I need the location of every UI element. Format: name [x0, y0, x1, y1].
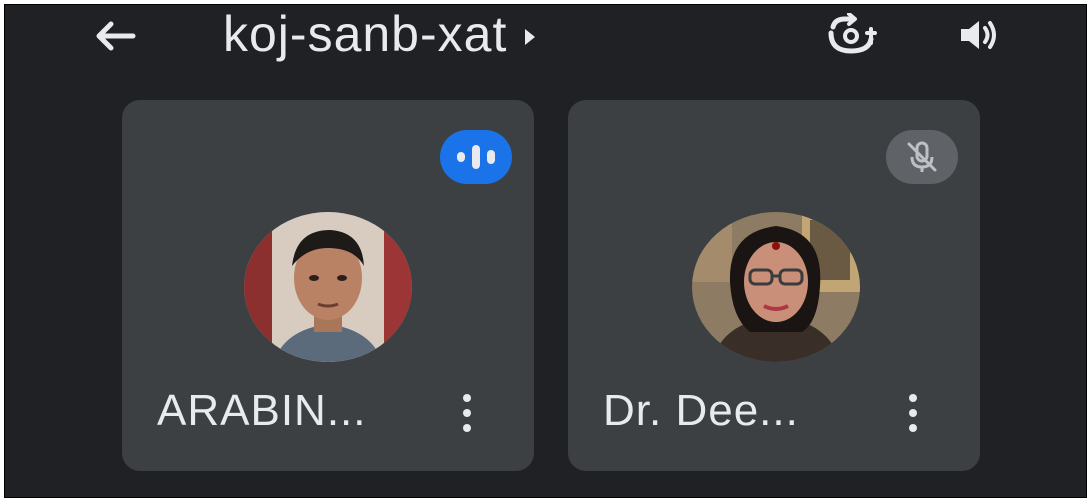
speaker-icon: [961, 21, 996, 49]
participant-tile[interactable]: ARABIN...: [122, 100, 534, 471]
avatar: [692, 212, 860, 362]
audio-levels-icon: [457, 145, 495, 169]
back-button[interactable]: [87, 11, 143, 61]
arrow-left-icon: [96, 21, 136, 51]
speaker-button[interactable]: [943, 9, 1015, 61]
more-vert-icon: [463, 394, 471, 402]
mic-off-icon: [907, 141, 937, 172]
chevron-right-icon: [525, 29, 536, 45]
muted-indicator: [886, 130, 958, 184]
switch-camera-button[interactable]: [817, 9, 889, 61]
participant-name: Dr. Dee...: [603, 386, 799, 435]
more-vert-icon: [909, 394, 917, 402]
more-options-button[interactable]: [444, 382, 490, 444]
switch-camera-icon: [828, 13, 877, 54]
avatar: [244, 212, 412, 362]
meeting-screen: koj-sanb-xat ARABIN... Dr. Dee...: [4, 4, 1087, 498]
meeting-info-button[interactable]: koj-sanb-xat: [223, 5, 536, 65]
participant-name: ARABIN...: [157, 386, 367, 435]
speaking-indicator: [440, 130, 512, 184]
participant-tile[interactable]: Dr. Dee...: [568, 100, 980, 471]
meeting-code: koj-sanb-xat: [223, 6, 508, 62]
more-options-button[interactable]: [890, 382, 936, 444]
top-bar: koj-sanb-xat: [5, 5, 1086, 75]
